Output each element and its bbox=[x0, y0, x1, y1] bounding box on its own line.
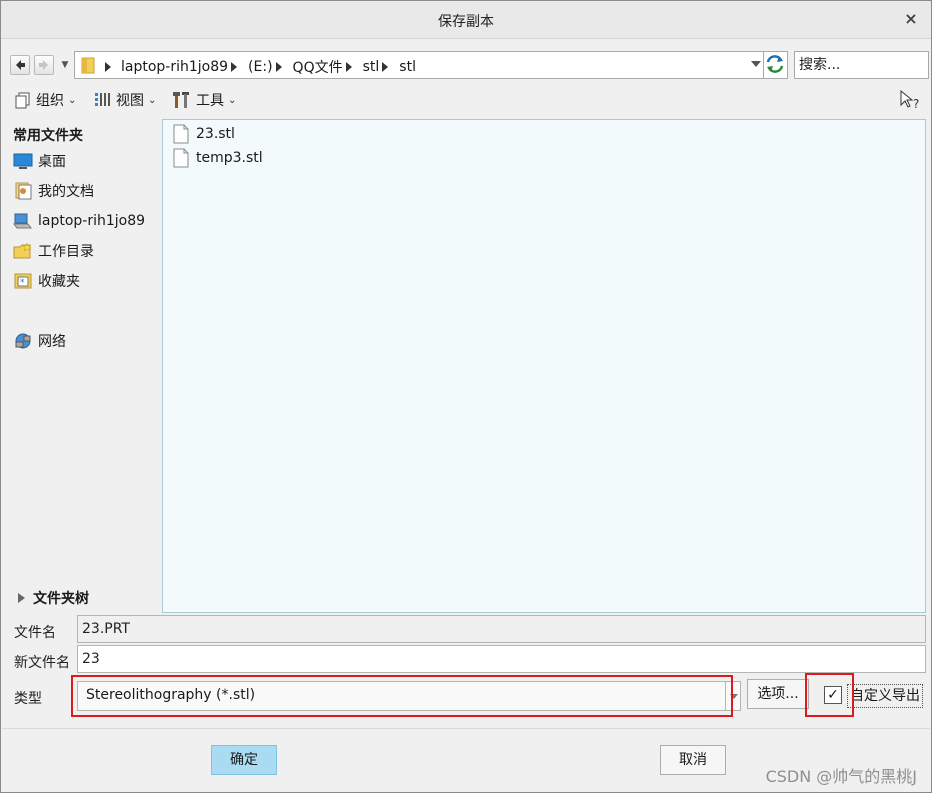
back-arrow-icon[interactable] bbox=[10, 55, 30, 75]
sidebar-item-label: 桌面 bbox=[38, 154, 66, 170]
working-folder-icon bbox=[13, 242, 32, 259]
sidebar-item-network[interactable]: 网络 bbox=[13, 330, 66, 352]
options-button[interactable]: 选项... bbox=[747, 679, 809, 709]
file-icon bbox=[173, 124, 189, 144]
organize-label: 组织 bbox=[36, 93, 64, 109]
sidebar-item-label: 收藏夹 bbox=[38, 274, 80, 290]
chevron-down-icon: ⌄ bbox=[68, 94, 77, 106]
refresh-icon bbox=[766, 55, 784, 73]
type-label: 类型 bbox=[14, 691, 42, 707]
sidebar-item-computer[interactable]: laptop-rih1jo89 bbox=[13, 210, 145, 232]
favorites-icon: * bbox=[14, 273, 32, 289]
list-item[interactable]: temp3.stl bbox=[173, 147, 263, 169]
file-icon bbox=[173, 148, 189, 168]
address-dropdown-icon[interactable] bbox=[751, 61, 761, 67]
svg-text:?: ? bbox=[913, 97, 919, 111]
triangle-right-icon bbox=[18, 593, 25, 603]
file-list[interactable]: 23.stl temp3.stl bbox=[162, 119, 926, 613]
custom-export-checkbox[interactable]: ✓ bbox=[824, 686, 842, 704]
sidebar-item-documents[interactable]: 我的文档 bbox=[13, 180, 94, 202]
organize-icon bbox=[15, 92, 30, 109]
view-menu[interactable]: 视图 ⌄ bbox=[94, 89, 156, 111]
view-label: 视图 bbox=[116, 93, 144, 109]
folder-tree-toggle[interactable]: 文件夹树 bbox=[13, 587, 89, 609]
forward-arrow-icon[interactable] bbox=[34, 55, 54, 75]
cancel-button[interactable]: 取消 bbox=[660, 745, 726, 775]
view-grid-icon bbox=[95, 93, 110, 106]
title-bar: 保存副本 × bbox=[1, 1, 931, 39]
dialog-title: 保存副本 bbox=[438, 14, 494, 30]
breadcrumb-separator-icon[interactable] bbox=[275, 62, 282, 72]
chevron-down-icon[interactable] bbox=[725, 681, 741, 711]
address-bar[interactable]: laptop-rih1jo89 (E:) QQ文件 stl stl bbox=[74, 51, 764, 79]
tools-icon bbox=[173, 92, 189, 108]
history-dropdown-icon[interactable]: ▼ bbox=[59, 55, 71, 75]
save-copy-dialog: 保存副本 × ▼ laptop-rih1jo89 (E:) QQ文件 stl s… bbox=[0, 0, 932, 793]
refresh-button[interactable] bbox=[764, 51, 788, 79]
breadcrumb-separator-icon[interactable] bbox=[105, 62, 111, 72]
new-filename-input[interactable] bbox=[77, 645, 926, 673]
breadcrumb-item[interactable]: (E:) bbox=[248, 59, 273, 75]
watermark: CSDN @帅气的黑桃J bbox=[765, 767, 917, 786]
documents-icon bbox=[15, 182, 32, 200]
chevron-down-icon: ⌄ bbox=[228, 94, 237, 106]
custom-export-label[interactable]: 自定义导出 bbox=[847, 684, 923, 708]
breadcrumb-item[interactable]: stl bbox=[363, 59, 380, 75]
breadcrumb: laptop-rih1jo89 (E:) QQ文件 stl stl bbox=[105, 57, 416, 77]
sidebar-item-favorites[interactable]: * 收藏夹 bbox=[13, 270, 80, 292]
file-name: 23.stl bbox=[196, 126, 235, 142]
ok-button[interactable]: 确定 bbox=[211, 745, 277, 775]
folder-icon bbox=[81, 57, 95, 74]
breadcrumb-separator-icon[interactable] bbox=[382, 62, 389, 72]
sidebar-item-working-directory[interactable]: 工作目录 bbox=[13, 240, 94, 262]
sidebar-item-label: laptop-rih1jo89 bbox=[38, 213, 146, 229]
sidebar-item-label: 工作目录 bbox=[38, 244, 94, 260]
breadcrumb-item[interactable]: laptop-rih1jo89 bbox=[121, 59, 228, 75]
svg-text:*: * bbox=[20, 278, 25, 288]
close-icon[interactable]: × bbox=[901, 9, 921, 29]
tools-label: 工具 bbox=[196, 93, 224, 109]
file-type-value: Stereolithography (*.stl) bbox=[86, 687, 256, 703]
breadcrumb-item[interactable]: QQ文件 bbox=[293, 57, 343, 77]
breadcrumb-item[interactable]: stl bbox=[399, 59, 416, 75]
list-item[interactable]: 23.stl bbox=[173, 123, 235, 145]
desktop-icon bbox=[13, 153, 33, 169]
sidebar-item-label: 网络 bbox=[38, 334, 66, 350]
sidebar-item-desktop[interactable]: 桌面 bbox=[13, 150, 66, 172]
chevron-down-icon: ⌄ bbox=[148, 94, 157, 106]
sidebar-item-label: 我的文档 bbox=[38, 184, 94, 200]
breadcrumb-separator-icon[interactable] bbox=[231, 62, 238, 72]
favorites-header: 常用文件夹 bbox=[13, 128, 83, 144]
file-type-select[interactable]: Stereolithography (*.stl) bbox=[77, 681, 741, 711]
search-input[interactable] bbox=[794, 51, 929, 79]
folder-tree-header: 文件夹树 bbox=[33, 591, 89, 607]
network-icon bbox=[15, 333, 31, 349]
footer-divider bbox=[2, 728, 930, 729]
organize-menu[interactable]: 组织 ⌄ bbox=[14, 89, 76, 111]
tools-menu[interactable]: 工具 ⌄ bbox=[172, 89, 236, 111]
file-name: temp3.stl bbox=[196, 150, 263, 166]
breadcrumb-separator-icon[interactable] bbox=[345, 62, 352, 72]
sidebar: 常用文件夹 桌面 我的文档 laptop-rih1jo89 工作目录 * 收藏夹… bbox=[1, 119, 161, 619]
filename-field: 23.PRT bbox=[77, 615, 926, 643]
computer-icon bbox=[13, 213, 32, 229]
filename-label: 文件名 bbox=[14, 625, 56, 641]
context-help-icon[interactable]: ? bbox=[899, 89, 921, 111]
new-filename-label: 新文件名 bbox=[14, 655, 70, 671]
